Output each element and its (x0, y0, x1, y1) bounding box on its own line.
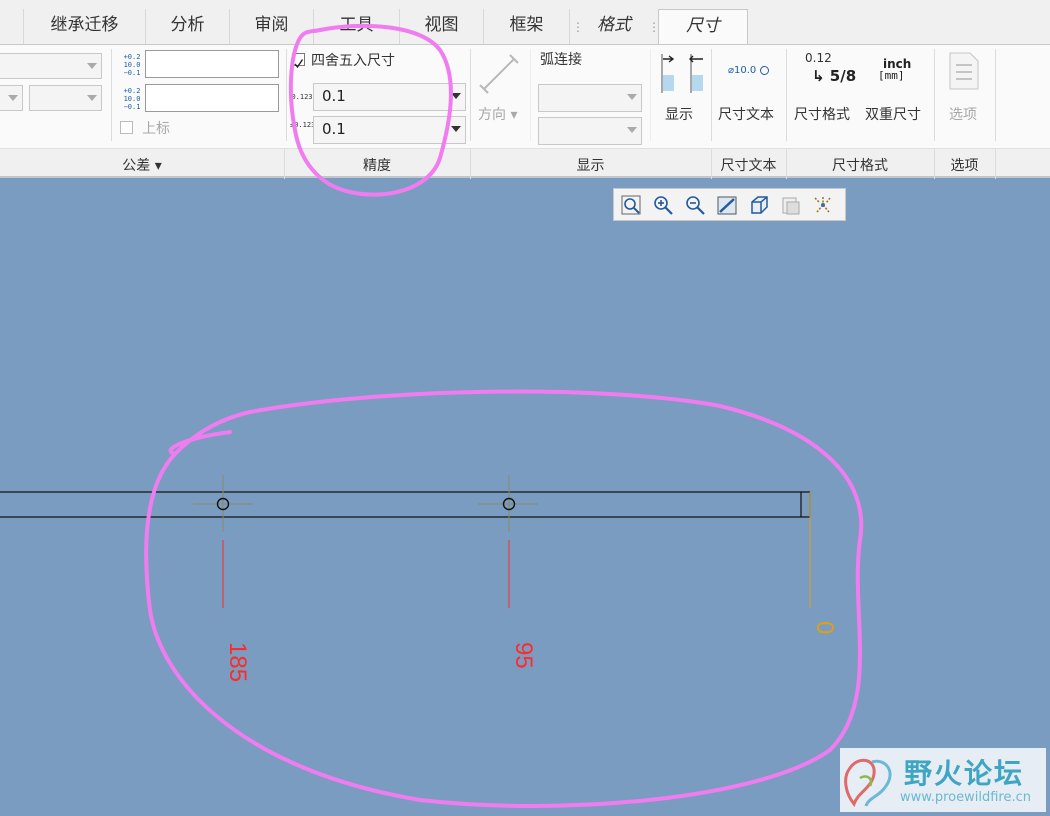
graphics-canvas[interactable]: 185 95 0 (0, 180, 1050, 816)
forum-name: 野火论坛 (904, 757, 1025, 790)
view-orientation-icon[interactable] (748, 194, 770, 216)
annotation-overlay (288, 23, 453, 197)
dimension-value-95[interactable]: 95 (510, 642, 537, 669)
layer-icon[interactable] (780, 194, 802, 216)
repaint-icon[interactable] (716, 194, 738, 216)
dimension-value-185[interactable]: 185 (224, 642, 251, 682)
part-geometry (0, 491, 811, 518)
forum-url: www.proewildfire.cn (900, 790, 1031, 805)
annotation-precision-circle (288, 23, 453, 197)
forum-watermark: 野火论坛 www.proewildfire.cn (840, 748, 1046, 812)
view-toolbar (613, 188, 846, 221)
hole-center-2[interactable] (478, 475, 538, 532)
dimension-value-0[interactable]: 0 (811, 621, 838, 634)
display-style-icon[interactable] (812, 194, 834, 216)
zoom-out-icon[interactable] (684, 194, 706, 216)
annotation-circle-drawing (144, 389, 864, 808)
zoom-fit-icon[interactable] (620, 194, 642, 216)
hole-center-1[interactable] (193, 475, 253, 532)
forum-logo-icon (844, 758, 892, 808)
zoom-in-icon[interactable] (652, 194, 674, 216)
